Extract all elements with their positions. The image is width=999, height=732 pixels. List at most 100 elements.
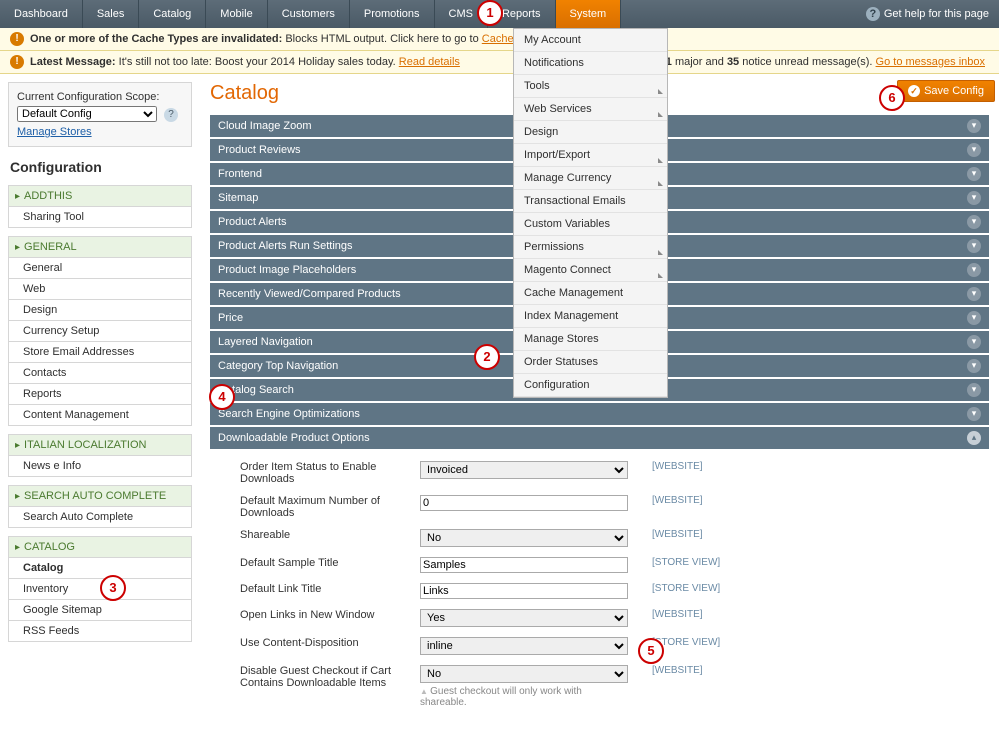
expand-icon: ▾ xyxy=(967,215,981,229)
field-note: Guest checkout will only work with share… xyxy=(420,686,630,708)
field-row: Disable Guest Checkout if Cart Contains … xyxy=(240,665,989,708)
menu-my-account[interactable]: My Account xyxy=(514,29,667,52)
menu-design[interactable]: Design xyxy=(514,121,667,144)
field-default-link-title[interactable] xyxy=(420,583,628,599)
field-default-maximum-number-of-downloads[interactable] xyxy=(420,495,628,511)
callout-4: 4 xyxy=(209,384,235,410)
sidebar-item-google-sitemap[interactable]: Google Sitemap xyxy=(8,600,192,621)
sidebar-item-general[interactable]: General xyxy=(8,258,192,279)
field-scope: [WEBSITE] xyxy=(652,529,703,547)
hint-icon[interactable]: ? xyxy=(164,108,178,122)
field-row: Default Maximum Number of Downloads[WEBS… xyxy=(240,495,989,519)
field-row: Use Content-Dispositioninline[STORE VIEW… xyxy=(240,637,989,655)
menu-order-statuses[interactable]: Order Statuses xyxy=(514,351,667,374)
menu-custom-variables[interactable]: Custom Variables xyxy=(514,213,667,236)
field-scope: [WEBSITE] xyxy=(652,609,703,627)
sidebar-item-sharing-tool[interactable]: Sharing Tool xyxy=(8,207,192,228)
field-scope: [STORE VIEW] xyxy=(652,557,720,573)
sidebar-item-catalog[interactable]: Catalog xyxy=(8,558,192,579)
help-link[interactable]: ?Get help for this page xyxy=(856,0,999,28)
field-label: Default Link Title xyxy=(240,583,420,599)
menu-permissions[interactable]: Permissions xyxy=(514,236,667,259)
warning-icon: ! xyxy=(10,55,24,69)
menu-index-management[interactable]: Index Management xyxy=(514,305,667,328)
sidebar-group-catalog[interactable]: CATALOG xyxy=(8,536,192,558)
field-row: Open Links in New WindowYes[WEBSITE] xyxy=(240,609,989,627)
menu-configuration[interactable]: Configuration xyxy=(514,374,667,397)
field-row: ShareableNo[WEBSITE] xyxy=(240,529,989,547)
menu-manage-currency[interactable]: Manage Currency xyxy=(514,167,667,190)
expand-icon: ▾ xyxy=(967,167,981,181)
field-order-item-status-to-enable-downloads[interactable]: Invoiced xyxy=(420,461,628,479)
sidebar-item-store-email-addresses[interactable]: Store Email Addresses xyxy=(8,342,192,363)
expand-icon: ▾ xyxy=(967,311,981,325)
sidebar-item-reports[interactable]: Reports xyxy=(8,384,192,405)
save-config-button[interactable]: ✓Save Config xyxy=(897,80,995,102)
menu-import-export[interactable]: Import/Export xyxy=(514,144,667,167)
scope-label: Current Configuration Scope: xyxy=(17,91,183,103)
field-shareable[interactable]: No xyxy=(420,529,628,547)
sidebar-item-currency-setup[interactable]: Currency Setup xyxy=(8,321,192,342)
callout-5: 5 xyxy=(638,638,664,664)
field-use-content-disposition[interactable]: inline xyxy=(420,637,628,655)
unread-messages: You have 1 major and 35 notice unread me… xyxy=(617,56,989,68)
section-search-engine-optimizations[interactable]: Search Engine Optimizations▾ xyxy=(210,403,989,425)
callout-3: 3 xyxy=(100,575,126,601)
nav-promotions[interactable]: Promotions xyxy=(350,0,435,28)
expand-icon: ▾ xyxy=(967,359,981,373)
menu-magento-connect[interactable]: Magento Connect xyxy=(514,259,667,282)
section-body: Order Item Status to Enable DownloadsInv… xyxy=(210,451,989,724)
field-label: Default Maximum Number of Downloads xyxy=(240,495,420,519)
msg-bold: Latest Message: xyxy=(30,56,116,68)
expand-icon: ▾ xyxy=(967,383,981,397)
nav-catalog[interactable]: Catalog xyxy=(139,0,206,28)
nav-dashboard[interactable]: Dashboard xyxy=(0,0,83,28)
expand-icon: ▾ xyxy=(967,191,981,205)
sidebar-item-content-management[interactable]: Content Management xyxy=(8,405,192,426)
expand-icon: ▾ xyxy=(967,335,981,349)
menu-web-services[interactable]: Web Services xyxy=(514,98,667,121)
nav-system[interactable]: System xyxy=(556,0,622,28)
menu-notifications[interactable]: Notifications xyxy=(514,52,667,75)
field-row: Default Sample Title [STORE VIEW] xyxy=(240,557,989,573)
field-open-links-in-new-window[interactable]: Yes xyxy=(420,609,628,627)
nav-customers[interactable]: Customers xyxy=(268,0,350,28)
scope-select[interactable]: Default Config xyxy=(17,106,157,122)
read-details-link[interactable]: Read details xyxy=(399,56,460,68)
field-label: Default Sample Title xyxy=(240,557,420,573)
sidebar-item-web[interactable]: Web xyxy=(8,279,192,300)
section-downloadable-product-options[interactable]: Downloadable Product Options▴ xyxy=(210,427,989,449)
sidebar-group-italian-localization[interactable]: ITALIAN LOCALIZATION xyxy=(8,434,192,456)
msg-bold: One or more of the Cache Types are inval… xyxy=(30,33,282,45)
menu-cache-management[interactable]: Cache Management xyxy=(514,282,667,305)
config-scope-box: Current Configuration Scope: Default Con… xyxy=(8,82,192,147)
field-default-sample-title[interactable] xyxy=(420,557,628,573)
menu-manage-stores[interactable]: Manage Stores xyxy=(514,328,667,351)
nav-sales[interactable]: Sales xyxy=(83,0,140,28)
expand-icon: ▾ xyxy=(967,263,981,277)
expand-icon: ▾ xyxy=(967,407,981,421)
field-scope: [WEBSITE] xyxy=(652,665,703,708)
field-row: Default Link Title[STORE VIEW] xyxy=(240,583,989,599)
expand-icon: ▾ xyxy=(967,239,981,253)
configuration-heading: Configuration xyxy=(10,159,192,175)
collapse-icon: ▴ xyxy=(967,431,981,445)
sidebar-group-addthis[interactable]: ADDTHIS xyxy=(8,185,192,207)
warning-icon: ! xyxy=(10,32,24,46)
sidebar-item-search-auto-complete[interactable]: Search Auto Complete xyxy=(8,507,192,528)
sidebar-item-contacts[interactable]: Contacts xyxy=(8,363,192,384)
sidebar-item-rss-feeds[interactable]: RSS Feeds xyxy=(8,621,192,642)
field-label: Use Content-Disposition xyxy=(240,637,420,655)
menu-transactional-emails[interactable]: Transactional Emails xyxy=(514,190,667,213)
system-dropdown: My AccountNotificationsToolsWeb Services… xyxy=(513,28,668,398)
sidebar-item-news-e-info[interactable]: News e Info xyxy=(8,456,192,477)
messages-inbox-link[interactable]: Go to messages inbox xyxy=(876,56,985,68)
callout-6: 6 xyxy=(879,85,905,111)
sidebar-item-design[interactable]: Design xyxy=(8,300,192,321)
sidebar-group-general[interactable]: GENERAL xyxy=(8,236,192,258)
menu-tools[interactable]: Tools xyxy=(514,75,667,98)
sidebar-group-search-auto-complete[interactable]: SEARCH AUTO COMPLETE xyxy=(8,485,192,507)
nav-mobile[interactable]: Mobile xyxy=(206,0,267,28)
manage-stores-link[interactable]: Manage Stores xyxy=(17,126,92,138)
field-label: Disable Guest Checkout if Cart Contains … xyxy=(240,665,420,708)
